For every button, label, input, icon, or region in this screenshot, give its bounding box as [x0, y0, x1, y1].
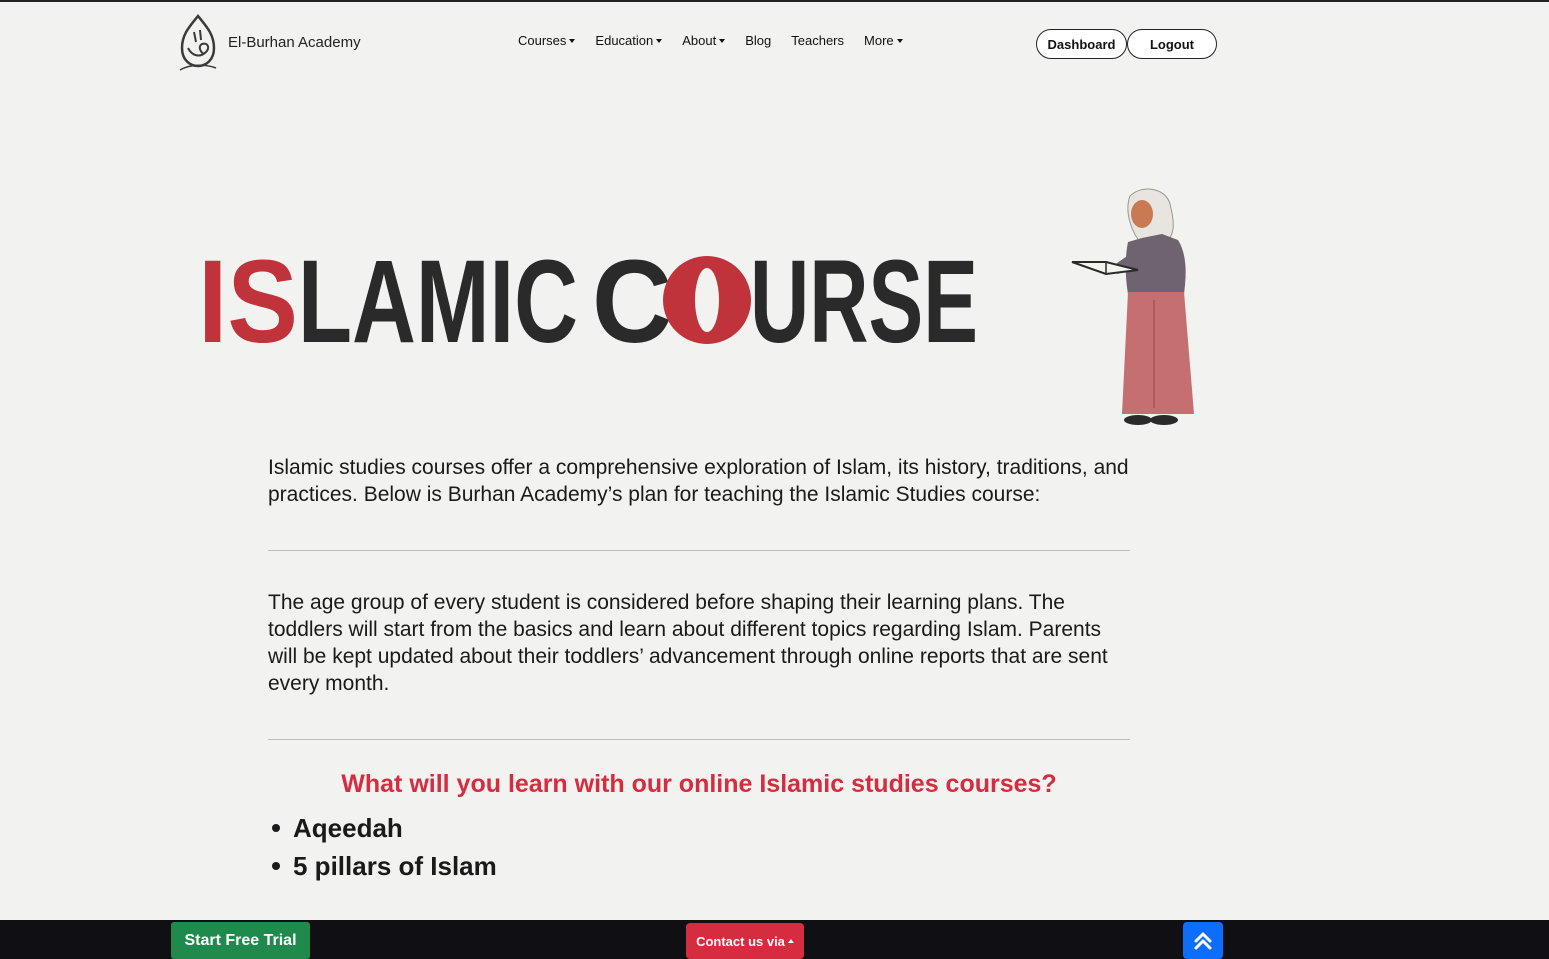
caret-down-icon: [719, 38, 726, 43]
nav-blog[interactable]: Blog: [745, 33, 771, 48]
learn-list: Aqeedah 5 pillars of Islam: [268, 809, 1130, 885]
logout-button[interactable]: Logout: [1127, 29, 1217, 59]
brand-link[interactable]: El-Burhan Academy: [176, 12, 361, 72]
teacher-illustration: [1071, 188, 1194, 425]
hero-title-part3: C: [592, 238, 672, 358]
hero-title-part1: IS: [198, 238, 298, 358]
nav-about-label: About: [682, 33, 717, 48]
learn-section-heading: What will you learn with our online Isla…: [341, 770, 1057, 798]
nav-more[interactable]: More: [864, 33, 903, 48]
nav-about[interactable]: About: [682, 33, 726, 48]
nav-blog-label: Blog: [745, 33, 772, 48]
nav-teachers[interactable]: Teachers: [791, 33, 844, 48]
list-item: Aqeedah: [268, 809, 1130, 847]
dashboard-button[interactable]: Dashboard: [1036, 29, 1127, 59]
hero-title-part2: LAMIC: [298, 238, 578, 358]
auth-buttons: Dashboard Logout: [1036, 29, 1217, 59]
nav-more-label: More: [864, 33, 894, 48]
main-nav: Courses Education About Blog Teachers Mo…: [518, 33, 923, 48]
main-content: Islamic studies courses offer a comprehe…: [268, 454, 1130, 885]
bullet-icon: [272, 862, 280, 870]
contact-us-button[interactable]: Contact us via: [686, 923, 804, 959]
double-chevron-up-icon: [1194, 932, 1212, 949]
list-item: 5 pillars of Islam: [268, 847, 1130, 885]
bullet-icon: [272, 824, 280, 832]
caret-down-icon: [656, 38, 663, 43]
caret-down-icon: [896, 38, 903, 43]
list-item-text: 5 pillars of Islam: [293, 850, 497, 881]
nav-education[interactable]: Education: [595, 33, 663, 48]
divider: [268, 550, 1130, 551]
start-free-trial-button[interactable]: Start Free Trial: [171, 922, 310, 959]
age-group-paragraph: The age group of every student is consid…: [268, 591, 1108, 695]
caret-up-icon: [787, 939, 794, 943]
list-item-text: Aqeedah: [293, 812, 403, 843]
sticky-footer-bar: Start Free Trial Contact us via: [0, 920, 1549, 959]
contact-us-label: Contact us via: [696, 933, 785, 949]
intro-paragraph: Islamic studies courses offer a comprehe…: [268, 456, 1129, 506]
caret-down-icon: [569, 38, 576, 43]
nav-education-label: Education: [595, 33, 654, 48]
hero-title-part4: URSE: [750, 238, 978, 358]
nav-courses-label: Courses: [518, 33, 567, 48]
scroll-to-top-button[interactable]: [1183, 922, 1223, 959]
hero-o-ring-icon: [663, 256, 751, 344]
brand-name: El-Burhan Academy: [228, 33, 361, 51]
nav-teachers-label: Teachers: [791, 33, 845, 48]
islamic-course-title-graphic: IS LAMIC C URSE: [198, 238, 978, 358]
site-header: El-Burhan Academy Courses Education Abou…: [0, 2, 1549, 82]
divider: [268, 739, 1130, 740]
nav-courses[interactable]: Courses: [518, 33, 576, 48]
academy-logo-icon: [179, 13, 217, 71]
